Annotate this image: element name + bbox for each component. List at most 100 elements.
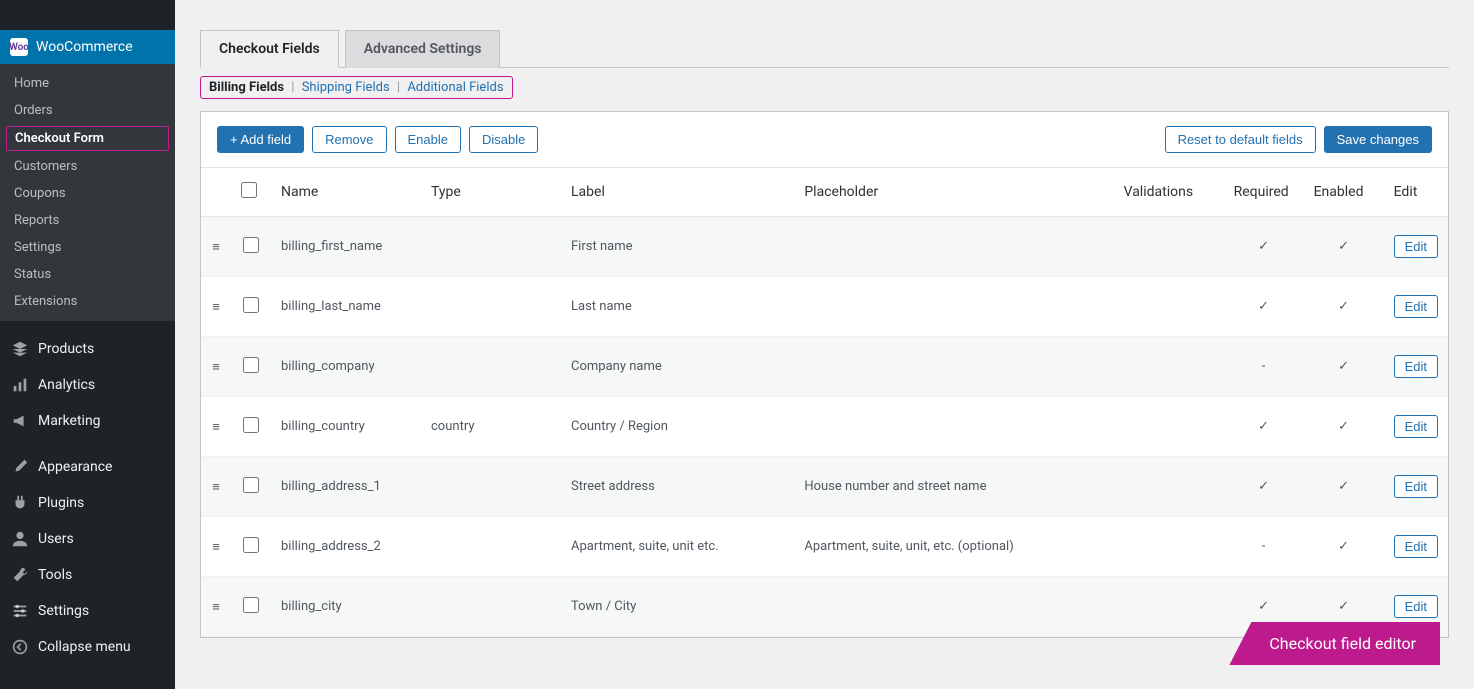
sidebar-sub-item[interactable]: Extensions <box>0 288 175 315</box>
collapse-menu[interactable]: Collapse menu <box>0 629 175 665</box>
cell-name: billing_city <box>271 577 421 637</box>
sidebar-submenu: HomeOrdersCheckout FormCustomersCouponsR… <box>0 64 175 321</box>
sidebar-item-products[interactable]: Products <box>0 331 175 367</box>
tab-advanced-settings[interactable]: Advanced Settings <box>345 30 501 68</box>
edit-button[interactable]: Edit <box>1394 595 1438 618</box>
table-row: ≡billing_companyCompany name-✓Edit <box>201 337 1448 397</box>
sidebar-item-label: Tools <box>38 567 72 583</box>
sidebar-item-woocommerce[interactable]: Woo WooCommerce <box>0 30 175 64</box>
fields-panel: + Add field Remove Enable Disable Reset … <box>200 111 1449 638</box>
cell-enabled: ✓ <box>1304 277 1384 337</box>
cell-required: - <box>1224 517 1304 577</box>
col-name: Name <box>271 168 421 217</box>
cell-validations <box>1114 397 1224 457</box>
cell-enabled: ✓ <box>1304 397 1384 457</box>
section-tabs: Billing Fields | Shipping Fields | Addit… <box>200 76 513 99</box>
products-icon <box>10 339 30 359</box>
cell-enabled: ✓ <box>1304 457 1384 517</box>
edit-button[interactable]: Edit <box>1394 355 1438 378</box>
cell-placeholder <box>794 577 1113 637</box>
cell-type <box>421 577 561 637</box>
cell-label: First name <box>561 217 794 277</box>
drag-handle-icon[interactable]: ≡ <box>201 217 231 277</box>
sidebar-sub-item[interactable]: Customers <box>0 153 175 180</box>
drag-handle-icon[interactable]: ≡ <box>201 457 231 517</box>
add-field-button[interactable]: + Add field <box>217 126 304 153</box>
cell-enabled: ✓ <box>1304 337 1384 397</box>
tools-icon <box>10 565 30 585</box>
row-checkbox[interactable] <box>243 597 259 613</box>
row-checkbox[interactable] <box>243 417 259 433</box>
drag-handle-icon[interactable]: ≡ <box>201 577 231 637</box>
sidebar-item-plugins[interactable]: Plugins <box>0 485 175 521</box>
edit-button[interactable]: Edit <box>1394 535 1438 558</box>
row-checkbox[interactable] <box>243 237 259 253</box>
col-validations: Validations <box>1114 168 1224 217</box>
sidebar-item-label: Settings <box>38 603 89 619</box>
cell-type: country <box>421 397 561 457</box>
collapse-label: Collapse menu <box>38 639 131 655</box>
cell-validations <box>1114 337 1224 397</box>
drag-handle-icon[interactable]: ≡ <box>201 277 231 337</box>
admin-sidebar: Woo WooCommerce HomeOrdersCheckout FormC… <box>0 0 175 689</box>
sidebar-item-tools[interactable]: Tools <box>0 557 175 593</box>
enable-button[interactable]: Enable <box>395 126 461 153</box>
sidebar-item-appearance[interactable]: Appearance <box>0 449 175 485</box>
sidebar-item-analytics[interactable]: Analytics <box>0 367 175 403</box>
sidebar-item-marketing[interactable]: Marketing <box>0 403 175 439</box>
collapse-icon <box>10 637 30 657</box>
col-enabled: Enabled <box>1304 168 1384 217</box>
sidebar-item-label: WooCommerce <box>36 39 133 55</box>
section-tab-additional[interactable]: Additional Fields <box>407 80 503 95</box>
cell-placeholder: Apartment, suite, unit, etc. (optional) <box>794 517 1113 577</box>
select-all-checkbox[interactable] <box>241 182 257 198</box>
sidebar-item-label: Analytics <box>38 377 95 393</box>
cell-validations <box>1114 217 1224 277</box>
table-row: ≡billing_last_nameLast name✓✓Edit <box>201 277 1448 337</box>
cell-placeholder <box>794 397 1113 457</box>
col-placeholder: Placeholder <box>794 168 1113 217</box>
reset-button[interactable]: Reset to default fields <box>1165 126 1316 153</box>
sidebar-sub-item[interactable]: Orders <box>0 97 175 124</box>
sidebar-sub-item[interactable]: Coupons <box>0 180 175 207</box>
tab-checkout-fields[interactable]: Checkout Fields <box>200 30 339 68</box>
drag-handle-icon[interactable]: ≡ <box>201 337 231 397</box>
marketing-icon <box>10 411 30 431</box>
sidebar-item-label: Marketing <box>38 413 101 429</box>
sidebar-sub-item[interactable]: Checkout Form <box>6 126 169 151</box>
row-checkbox[interactable] <box>243 357 259 373</box>
fields-table: Name Type Label Placeholder Validations … <box>201 168 1448 637</box>
cell-validations <box>1114 457 1224 517</box>
edit-button[interactable]: Edit <box>1394 475 1438 498</box>
cell-label: Town / City <box>561 577 794 637</box>
col-label: Label <box>561 168 794 217</box>
sidebar-sub-item[interactable]: Settings <box>0 234 175 261</box>
edit-button[interactable]: Edit <box>1394 235 1438 258</box>
row-checkbox[interactable] <box>243 477 259 493</box>
drag-handle-icon[interactable]: ≡ <box>201 397 231 457</box>
disable-button[interactable]: Disable <box>469 126 538 153</box>
table-row: ≡billing_countrycountryCountry / Region✓… <box>201 397 1448 457</box>
row-checkbox[interactable] <box>243 537 259 553</box>
sidebar-sub-item[interactable]: Home <box>0 70 175 97</box>
remove-button[interactable]: Remove <box>312 126 386 153</box>
cell-validations <box>1114 577 1224 637</box>
sidebar-item-settings[interactable]: Settings <box>0 593 175 629</box>
row-checkbox[interactable] <box>243 297 259 313</box>
plugins-icon <box>10 493 30 513</box>
cell-placeholder: House number and street name <box>794 457 1113 517</box>
sidebar-sub-item[interactable]: Reports <box>0 207 175 234</box>
section-tab-shipping[interactable]: Shipping Fields <box>302 80 390 95</box>
sidebar-item-users[interactable]: Users <box>0 521 175 557</box>
sidebar-item-label: Users <box>38 531 74 547</box>
main-content: Checkout Fields Advanced Settings Billin… <box>175 0 1474 689</box>
edit-button[interactable]: Edit <box>1394 415 1438 438</box>
cell-name: billing_country <box>271 397 421 457</box>
edit-button[interactable]: Edit <box>1394 295 1438 318</box>
col-edit: Edit <box>1384 168 1448 217</box>
sidebar-sub-item[interactable]: Status <box>0 261 175 288</box>
cell-label: Company name <box>561 337 794 397</box>
save-button[interactable]: Save changes <box>1324 126 1432 153</box>
drag-handle-icon[interactable]: ≡ <box>201 517 231 577</box>
section-tab-billing[interactable]: Billing Fields <box>209 80 284 95</box>
